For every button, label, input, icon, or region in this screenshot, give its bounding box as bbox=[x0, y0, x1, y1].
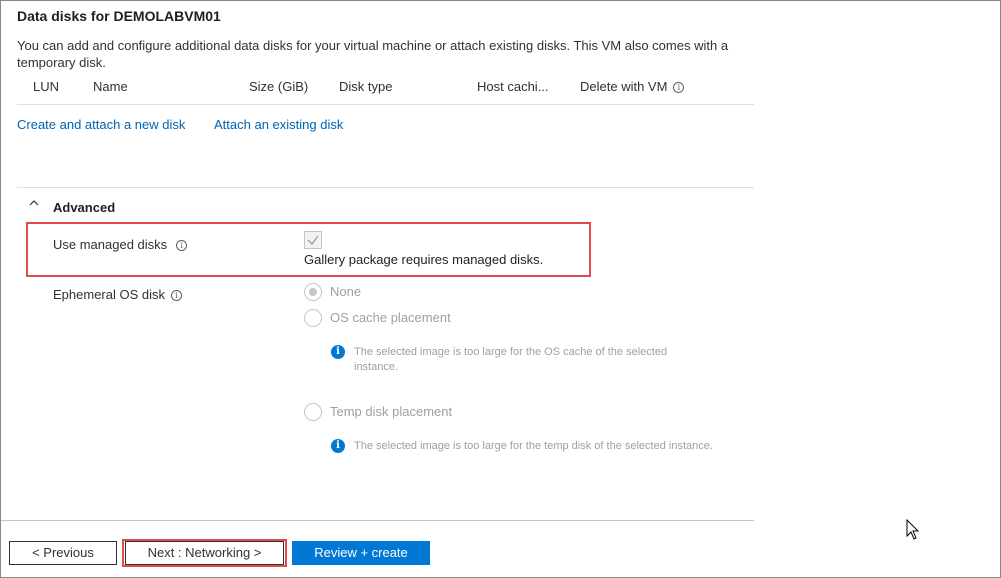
info-icon[interactable]: i bbox=[171, 290, 182, 302]
footer-divider bbox=[1, 520, 754, 521]
radio-os-cache-label: OS cache placement bbox=[330, 310, 451, 325]
column-header-delete-with-vm: Delete with VM i bbox=[580, 79, 685, 94]
managed-disks-label: Use managed disks bbox=[53, 237, 168, 252]
delete-with-vm-label: Delete with VM bbox=[580, 79, 668, 94]
mouse-cursor-icon bbox=[906, 519, 920, 540]
section-divider bbox=[17, 187, 754, 188]
info-icon[interactable]: i bbox=[673, 82, 685, 94]
temp-disk-note: The selected image is too large for the … bbox=[354, 440, 713, 452]
radio-temp-disk[interactable] bbox=[304, 403, 322, 421]
column-header-disk-type: Disk type bbox=[339, 79, 393, 94]
review-create-button[interactable]: Review + create bbox=[292, 541, 430, 565]
column-header-lun: LUN bbox=[33, 79, 60, 94]
chevron-up-icon[interactable] bbox=[29, 198, 39, 208]
os-cache-note: The selected image is too large for the … bbox=[354, 346, 668, 373]
create-attach-disk-link[interactable]: Create and attach a new disk bbox=[17, 117, 185, 132]
info-filled-icon: i bbox=[331, 439, 345, 453]
managed-disks-note: Gallery package requires managed disks. bbox=[304, 252, 544, 267]
attach-existing-disk-link[interactable]: Attach an existing disk bbox=[214, 117, 343, 132]
data-disks-description: You can add and configure additional dat… bbox=[17, 38, 729, 70]
radio-os-cache[interactable] bbox=[304, 309, 322, 327]
data-disks-title: Data disks for DEMOLABVM01 bbox=[17, 8, 221, 24]
next-networking-button[interactable]: Next : Networking > bbox=[125, 541, 284, 565]
radio-none[interactable] bbox=[304, 283, 322, 301]
radio-temp-disk-label: Temp disk placement bbox=[330, 404, 453, 419]
managed-disks-checkbox[interactable] bbox=[304, 231, 322, 249]
previous-button[interactable]: < Previous bbox=[9, 541, 117, 565]
column-header-name: Name bbox=[93, 79, 128, 94]
ephemeral-os-disk-label: Ephemeral OS disk bbox=[53, 287, 165, 302]
ephemeral-os-disk-row: Ephemeral OS disk i bbox=[53, 287, 182, 302]
managed-disks-row: Use managed disks i bbox=[53, 237, 188, 252]
info-filled-icon: i bbox=[331, 345, 345, 359]
column-header-size: Size (GiB) bbox=[249, 79, 309, 94]
info-icon[interactable]: i bbox=[176, 240, 188, 252]
checkmark-icon bbox=[307, 235, 319, 246]
column-header-host-caching[interactable]: Host cachi... bbox=[477, 79, 549, 94]
radio-none-label: None bbox=[330, 284, 362, 299]
table-divider bbox=[17, 104, 754, 105]
advanced-section-title[interactable]: Advanced bbox=[53, 200, 115, 215]
